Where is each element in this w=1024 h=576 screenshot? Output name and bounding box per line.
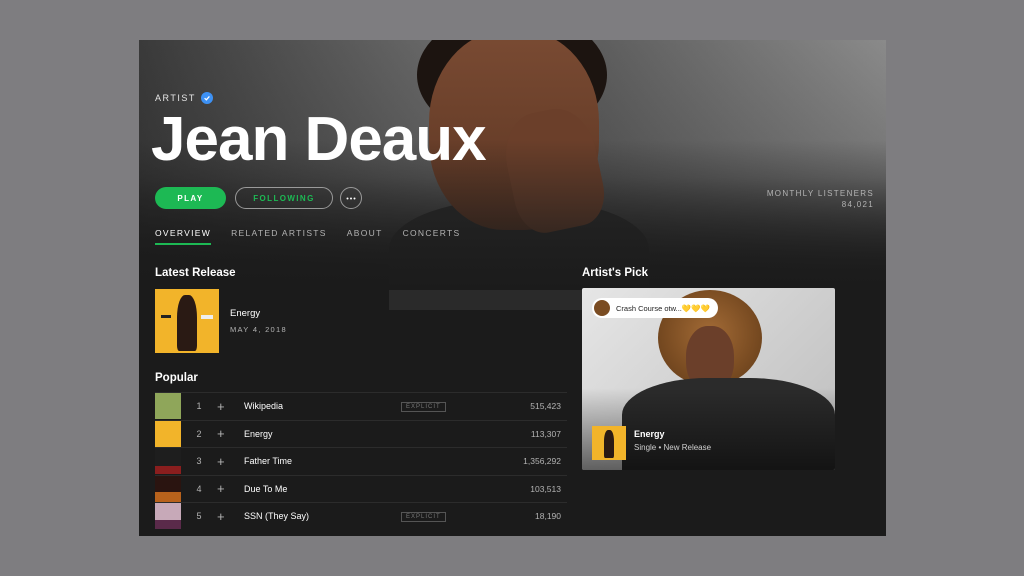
artist-type-label: ARTIST <box>155 92 213 104</box>
plus-icon[interactable]: + <box>217 454 237 469</box>
spotify-artist-page: ARTIST Jean Deaux PLAY FOLLOWING MONTHLY… <box>139 40 886 536</box>
plus-icon[interactable]: + <box>217 426 237 441</box>
explicit-badge: EXPLICIT <box>401 402 446 413</box>
pick-release-cover <box>592 426 626 460</box>
artist-type-text: ARTIST <box>155 93 196 103</box>
latest-release-date: MAY 4, 2018 <box>230 325 287 334</box>
cover-figure <box>604 430 614 458</box>
track-thumbnail <box>155 475 181 502</box>
track-play-count: 515,423 <box>530 401 561 412</box>
track-title: SSN (They Say) <box>244 511 310 522</box>
tab-concerts[interactable]: CONCERTS <box>403 228 461 245</box>
track-row[interactable]: 1 + Wikipedia EXPLICIT 515,423 <box>155 392 567 420</box>
latest-release-title[interactable]: Energy <box>230 308 260 319</box>
latest-release-heading: Latest Release <box>155 267 236 279</box>
cover-graphic <box>201 315 213 319</box>
track-play-count: 1,356,292 <box>523 456 561 467</box>
verified-badge-icon <box>200 92 213 104</box>
artists-pick-comment: Crash Course otw...💛💛💛 <box>592 298 718 318</box>
plus-icon[interactable]: + <box>217 399 237 414</box>
track-number: 1 <box>196 401 202 412</box>
track-row[interactable]: 3 + Father Time 1,356,292 <box>155 447 567 475</box>
tab-related-artists[interactable]: RELATED ARTISTS <box>231 228 327 245</box>
artists-pick-comment-text: Crash Course otw...💛💛💛 <box>616 303 710 313</box>
track-number: 5 <box>196 511 202 522</box>
following-button[interactable]: FOLLOWING <box>235 187 333 209</box>
latest-release-cover[interactable] <box>155 289 219 353</box>
plus-icon[interactable]: + <box>217 509 237 524</box>
monthly-listeners-value: 84,021 <box>841 200 874 209</box>
track-title: Wikipedia <box>244 401 284 412</box>
pick-release-title: Energy <box>634 429 665 439</box>
tab-about[interactable]: ABOUT <box>347 228 383 245</box>
artist-name-heading: Jean Deaux <box>151 105 487 174</box>
track-row[interactable]: 2 + Energy 113,307 <box>155 419 567 448</box>
track-number: 2 <box>196 428 202 439</box>
popular-heading: Popular <box>155 372 198 384</box>
track-play-count: 113,307 <box>530 428 561 439</box>
track-row[interactable]: 5 + SSN (They Say) EXPLICIT 18,190 <box>155 502 567 530</box>
track-thumbnail <box>155 393 181 420</box>
monthly-listeners-label: MONTHLY LISTENERS <box>766 189 874 198</box>
artist-avatar <box>594 300 610 316</box>
artists-pick-card[interactable]: Crash Course otw...💛💛💛 Energy Single • N… <box>582 288 835 470</box>
track-number: 3 <box>196 456 202 467</box>
play-button[interactable]: PLAY <box>155 187 226 209</box>
track-thumbnail <box>155 420 181 447</box>
track-thumbnail <box>155 503 181 530</box>
track-play-count: 18,190 <box>535 511 561 522</box>
cover-figure <box>177 295 197 351</box>
track-thumbnail <box>155 448 181 475</box>
tab-overview[interactable]: OVERVIEW <box>155 228 212 245</box>
artists-pick-heading: Artist's Pick <box>582 267 649 279</box>
track-number: 4 <box>196 483 202 494</box>
pick-release-subtitle: Single • New Release <box>634 443 712 452</box>
track-title: Father Time <box>244 456 293 467</box>
plus-icon[interactable]: + <box>217 481 237 496</box>
track-title: Energy <box>244 428 273 439</box>
cover-graphic <box>161 315 171 318</box>
more-icon[interactable] <box>340 187 362 209</box>
popular-track-list: 1 + Wikipedia EXPLICIT 515,423 2 + Energ… <box>155 392 567 530</box>
explicit-badge: EXPLICIT <box>401 512 446 523</box>
track-title: Due To Me <box>244 483 288 494</box>
artist-tabs: OVERVIEW RELATED ARTISTS ABOUT CONCERTS <box>155 228 461 245</box>
track-play-count: 103,513 <box>530 483 561 494</box>
monthly-listeners: MONTHLY LISTENERS 84,021 <box>767 188 874 210</box>
track-row[interactable]: 4 + Due To Me 103,513 <box>155 474 567 503</box>
